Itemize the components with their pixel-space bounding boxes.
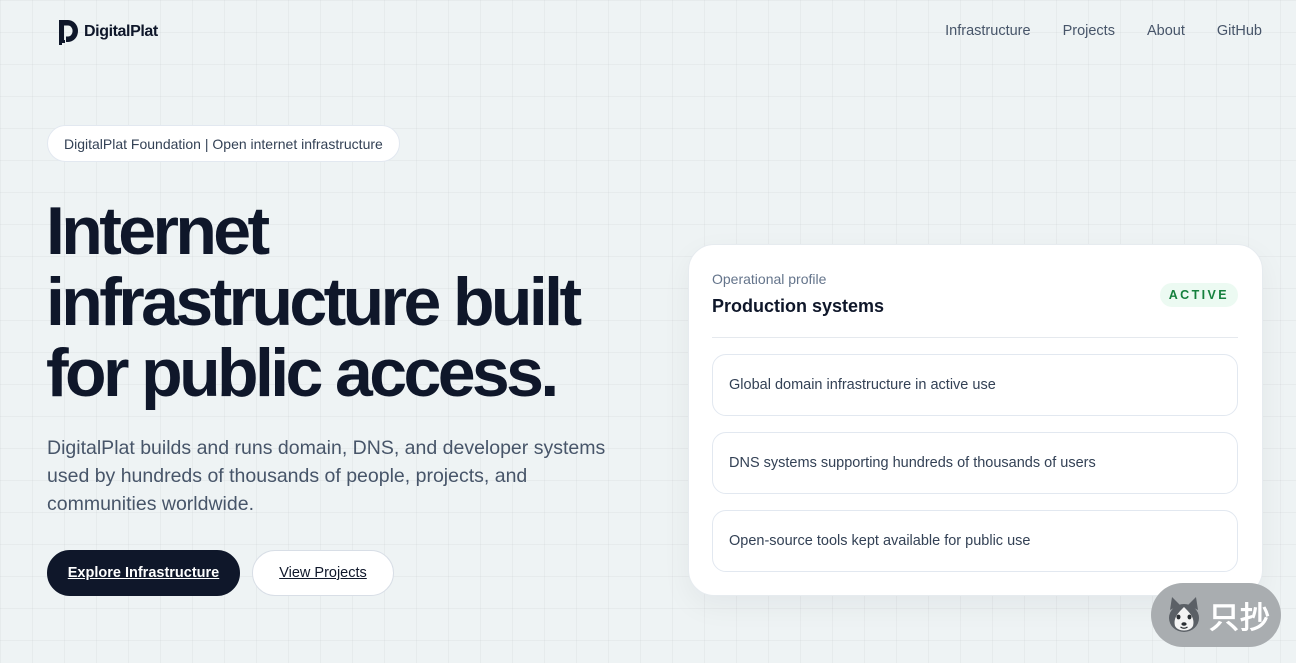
floating-widget-button[interactable]: 只抄 [1151,583,1281,647]
profile-list: Global domain infrastructure in active u… [712,354,1238,572]
hero-title-line: infrastructure built [46,264,582,340]
card-title: Production systems [712,296,885,316]
logo-link[interactable]: DigitalPlat [58,19,158,45]
nav-projects[interactable]: Projects [1063,23,1115,39]
logo-text: DigitalPlat [84,23,158,40]
view-projects-button[interactable]: View Projects [252,550,394,596]
explore-infrastructure-button[interactable]: Explore Infrastructure [47,550,240,596]
widget-label: 只抄 [1209,602,1271,635]
husky-icon [1169,597,1199,632]
nav-github[interactable]: GitHub [1217,23,1262,39]
nav-about[interactable]: About [1147,23,1185,39]
hero-title-line: for public access. [46,335,559,411]
list-item: Global domain infrastructure in active u… [712,354,1238,416]
nav-infrastructure[interactable]: Infrastructure [945,23,1030,39]
hero-description: DigitalPlat builds and runs domain, DNS,… [47,437,606,515]
card-eyebrow: Operational profile [712,271,827,287]
list-item: Open-source tools kept available for pub… [712,510,1238,572]
hero-badge: DigitalPlat Foundation | Open internet i… [47,125,400,162]
operational-profile-card: Operational profile Production systems A… [688,244,1263,596]
status-badge: ACTIVE [1159,283,1238,307]
list-item: DNS systems supporting hundreds of thous… [712,432,1238,494]
hero-title: Internet infrastructure built for public… [46,196,666,409]
site-header: DigitalPlat Infrastructure Projects Abou… [0,0,1296,64]
digitalplat-logo-icon [59,20,78,45]
card-divider [712,337,1238,338]
hero-title-line: Internet [46,193,270,269]
main-nav: Infrastructure Projects About GitHub [945,23,1262,39]
